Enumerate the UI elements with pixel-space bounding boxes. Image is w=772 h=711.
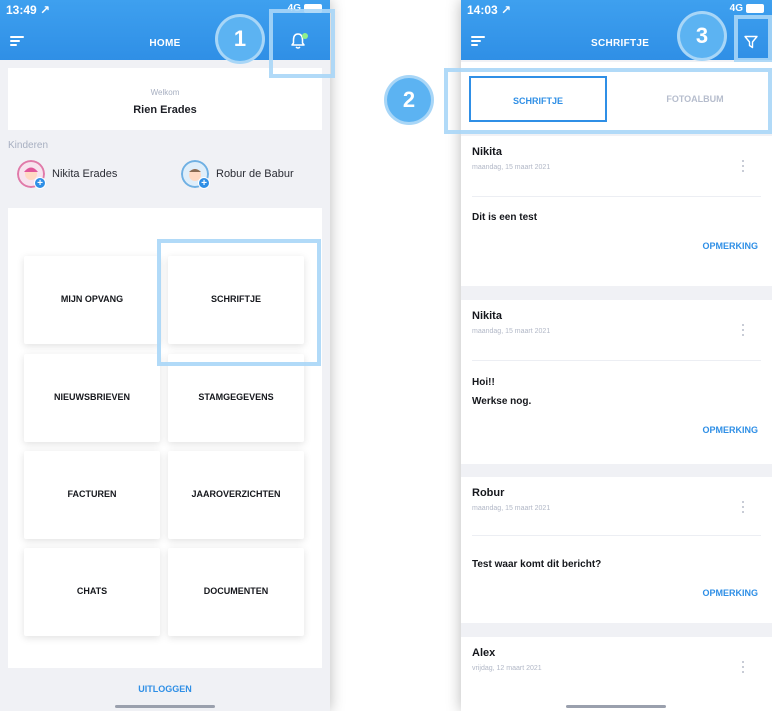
welcome-label: Welkom	[150, 88, 180, 97]
more-options-icon[interactable]	[741, 324, 745, 338]
post-text: Werkse nog.	[472, 396, 532, 407]
tile-label: FACTUREN	[67, 489, 117, 499]
add-child-icon: +	[34, 177, 46, 189]
divider	[472, 196, 761, 197]
post-date: maandag, 15 maart 2021	[472, 505, 551, 512]
comment-button[interactable]: OPMERKING	[702, 588, 758, 598]
post-date: maandag, 15 maart 2021	[472, 328, 551, 335]
tile-label: DOCUMENTEN	[203, 586, 269, 596]
post-text: Hoi!!	[472, 377, 495, 388]
post-text: Dit is een test	[472, 212, 538, 223]
tile-label: STAMGEGEVENS	[198, 392, 274, 402]
child-name: Robur de Babur	[216, 168, 294, 180]
post-card: Alex vrijdag, 12 maart 2021	[461, 637, 772, 711]
post-author: Robur	[472, 487, 505, 499]
post-card: Nikita maandag, 15 maart 2021 Hoi!! Werk…	[461, 300, 772, 464]
tile-nieuwsbrieven[interactable]: NIEUWSBRIEVEN	[24, 354, 160, 442]
callout-highlight-tabs	[444, 68, 772, 134]
divider	[472, 360, 761, 361]
tile-facturen[interactable]: FACTUREN	[24, 451, 160, 539]
more-options-icon[interactable]	[741, 501, 745, 515]
home-indicator	[566, 705, 666, 708]
post-author: Nikita	[472, 310, 502, 322]
callout-badge-2: 2	[387, 78, 431, 122]
tile-label: CHATS	[76, 586, 108, 596]
child-name: Nikita Erades	[52, 168, 118, 180]
schriftje-app-bar: 14:03 ↗ 4G SCHRIFTJE	[461, 0, 772, 60]
menu-icon[interactable]	[471, 36, 485, 46]
tile-label: MIJN OPVANG	[60, 294, 124, 304]
tile-label: JAAROVERZICHTEN	[191, 489, 281, 499]
status-bar: 14:03 ↗ 4G	[461, 0, 772, 20]
post-date: maandag, 15 maart 2021	[472, 164, 551, 171]
user-name: Rien Erades	[133, 104, 197, 116]
status-time: 14:03 ↗	[467, 3, 512, 17]
status-time: 13:49 ↗	[6, 3, 51, 17]
comment-button[interactable]: OPMERKING	[702, 241, 758, 251]
post-date: vrijdag, 12 maart 2021	[472, 665, 542, 672]
callout-highlight-bell	[269, 9, 335, 78]
add-child-icon: +	[198, 177, 210, 189]
callout-badge-3: 3	[680, 14, 724, 58]
tile-jaaroverzichten[interactable]: JAAROVERZICHTEN	[168, 451, 304, 539]
callout-badge-1: 1	[218, 17, 262, 61]
tile-mijn-opvang[interactable]: MIJN OPVANG	[24, 256, 160, 344]
post-card: Robur maandag, 15 maart 2021 Test waar k…	[461, 477, 772, 623]
network-label: 4G	[729, 3, 743, 14]
tutorial-screenshot: 13:49 ↗ 4G HOME Welkom Rien Erades Kinde…	[0, 0, 772, 711]
tile-documenten[interactable]: DOCUMENTEN	[168, 548, 304, 636]
children-label: Kinderen	[8, 140, 49, 151]
comment-button[interactable]: OPMERKING	[702, 425, 758, 435]
post-author: Alex	[472, 647, 496, 659]
post-text: Test waar komt dit bericht?	[472, 559, 602, 570]
tile-label: NIEUWSBRIEVEN	[53, 392, 130, 402]
post-author: Nikita	[472, 146, 502, 158]
divider	[472, 535, 761, 536]
callout-highlight-filter	[734, 15, 772, 62]
callout-highlight-schriftje-tile	[157, 239, 321, 366]
tile-stamgegevens[interactable]: STAMGEGEVENS	[168, 354, 304, 442]
page-title: SCHRIFTJE	[591, 38, 650, 49]
post-card: Nikita maandag, 15 maart 2021 Dit is een…	[461, 136, 772, 286]
status-network: 4G	[730, 3, 764, 14]
battery-icon	[746, 3, 764, 13]
more-options-icon[interactable]	[741, 661, 745, 675]
tile-chats[interactable]: CHATS	[24, 548, 160, 636]
logout-button[interactable]: UITLOGGEN	[0, 684, 330, 694]
more-options-icon[interactable]	[741, 160, 745, 174]
home-indicator	[115, 705, 215, 708]
